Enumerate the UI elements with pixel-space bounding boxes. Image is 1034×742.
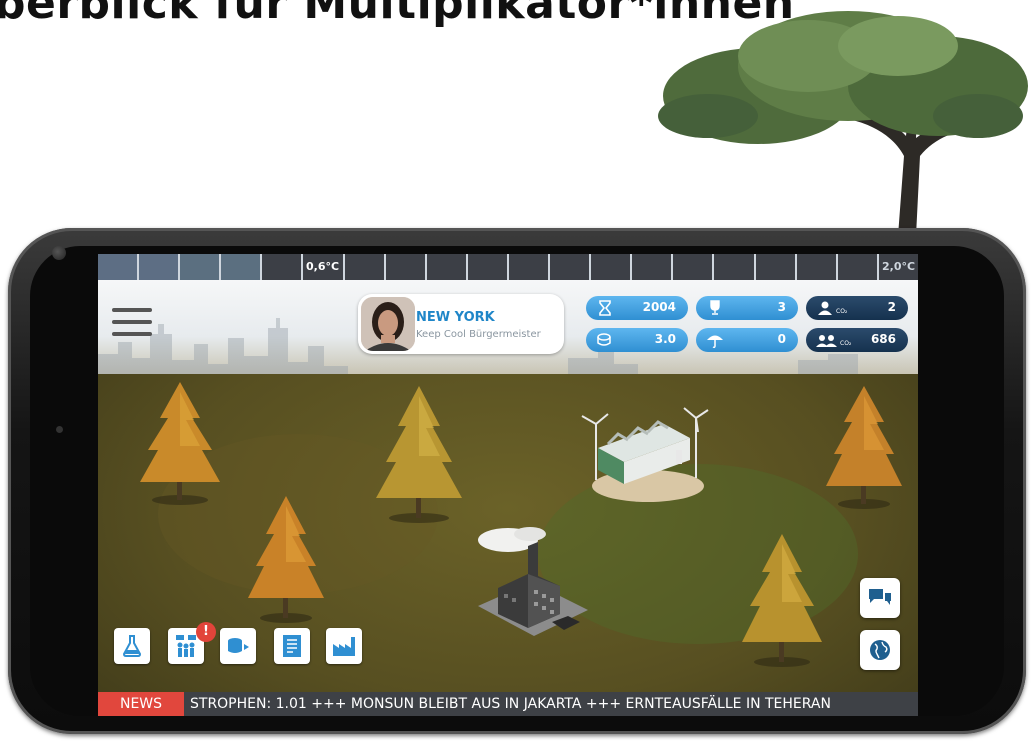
trophy-stat: 3 [696,296,798,320]
autumn-tree[interactable] [824,384,904,510]
globe-icon [870,640,890,660]
player-role: Keep Cool Bürgermeister [416,329,541,340]
hamburger-menu-button[interactable] [112,306,154,340]
flask-icon [122,635,142,657]
group-icon [816,335,837,347]
autumn-tree[interactable] [246,494,326,624]
year-value: 2004 [642,300,676,314]
coins-icon [597,333,611,346]
news-ticker-text: STROPHEN: 1.01 +++ MONSUN BLEIBT AUS IN … [190,696,831,712]
autumn-tree[interactable] [740,532,824,668]
protest-icon [176,635,196,657]
research-button[interactable] [114,628,150,664]
mayor-profile-card[interactable]: NEW YORK Keep Cool Bürgermeister [358,294,564,354]
co2-sub: CO₂ [840,340,852,347]
green-factory-building[interactable] [578,404,718,504]
players-co2-sub: CO₂ [836,308,848,315]
mayor-avatar [361,297,415,351]
chat-button[interactable] [860,578,900,618]
players-value: 2 [887,300,896,314]
autumn-tree[interactable] [374,384,464,524]
game-screen[interactable]: 0,6°C 2,0°C NEW YORK Keep Cool Bürgermei… [98,254,918,716]
notification-badge: ! [196,622,216,642]
umbrella-value: 0 [777,332,786,346]
hourglass-icon [599,300,611,316]
phone-sensor [56,426,63,433]
year-stat: 2004 [586,296,688,320]
chat-icon [869,589,891,605]
front-camera [52,246,66,260]
coins-icon [228,638,249,653]
document-button[interactable] [274,628,310,664]
players-stat: CO₂ 2 [806,296,908,320]
trophy-icon [710,300,720,315]
temperature-current-label: 0,6°C [306,260,340,273]
co2-value: 686 [870,332,896,346]
temperature-max-label: 2,0°C [882,260,916,273]
trophy-value: 3 [777,300,786,314]
umbrella-stat: 0 [696,328,798,352]
header-band: NEW YORK Keep Cool Bürgermeister 2004 3 … [98,280,918,374]
autumn-tree[interactable] [138,380,222,506]
news-ticker: NEWS STROPHEN: 1.01 +++ MONSUN BLEIBT AU… [98,692,918,716]
coal-factory-building[interactable] [468,526,598,656]
resources-button[interactable] [220,628,256,664]
document-icon [283,635,301,657]
city-name: NEW YORK [416,310,495,325]
money-value: 3.0 [654,332,676,346]
factory-icon [333,637,355,656]
temperature-bar: 0,6°C 2,0°C [98,254,918,280]
person-icon [818,301,832,315]
co2-stat: CO₂ 686 [806,328,908,352]
umbrella-icon [707,335,723,349]
decorative-tree [658,11,1028,236]
industry-button[interactable] [326,628,362,664]
globe-button[interactable] [860,630,900,670]
news-tag: NEWS [98,692,184,716]
money-stat: 3.0 [586,328,688,352]
